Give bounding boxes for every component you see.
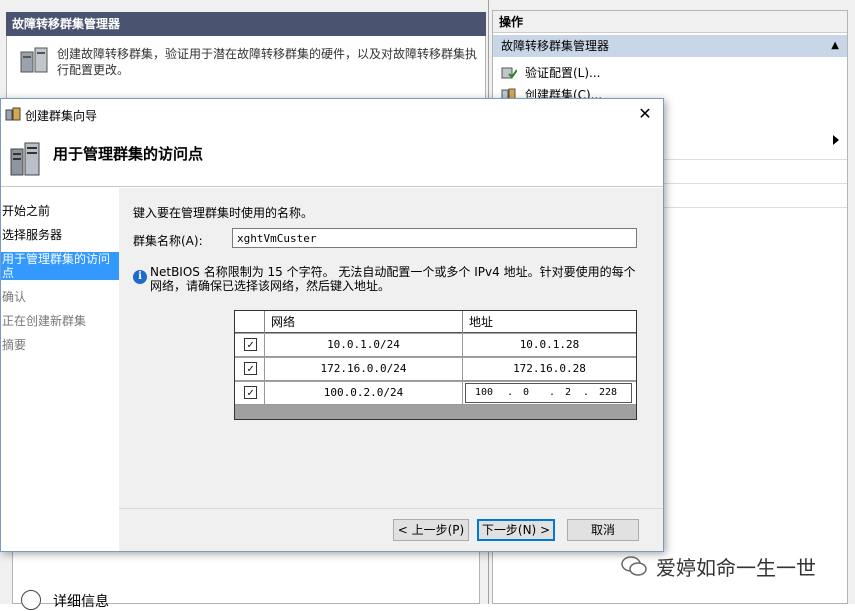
step-creating-cluster: 正在创建新群集 [2, 314, 87, 328]
table-row[interactable]: ✓ 100.0.2.0/24 100 . 0 . 2 . 228 [235, 382, 636, 405]
ip-address-editor[interactable]: 100 . 0 . 2 . 228 [465, 383, 632, 403]
network-cell: 172.16.0.0/24 [265, 358, 463, 380]
ip-octet-3[interactable]: 2 [556, 384, 580, 402]
back-button[interactable]: < 上一步(P) [393, 519, 469, 541]
validate-icon [501, 67, 517, 79]
network-checkbox[interactable]: ✓ [244, 386, 257, 399]
expand-collapse-icon[interactable] [21, 590, 41, 610]
left-panel-description: 创建故障转移群集，验证用于潜在故障转移群集的硬件，以及对故障转移群集执行配置更改… [57, 47, 478, 77]
window-title: 创建群集向导 [25, 109, 98, 123]
ip-dot: . [582, 387, 590, 398]
info-message: NetBIOS 名称限制为 15 个字符。 无法自动配置一个或多个 IPv4 地… [150, 265, 636, 293]
wizard-steps: 开始之前 选择服务器 用于管理群集的访问点 确认 正在创建新群集 摘要 [1, 188, 119, 551]
cancel-button[interactable]: 取消 [567, 519, 639, 541]
cluster-name-input[interactable]: xghtVmCuster [232, 228, 637, 248]
instruction-text: 键入要在管理群集时使用的名称。 [133, 206, 314, 220]
action-label: 验证配置(L)... [525, 66, 601, 80]
network-cell: 10.0.1.0/24 [265, 334, 463, 356]
step-confirm: 确认 [2, 290, 27, 304]
checkbox-cell: ✓ [235, 382, 265, 404]
ip-dot: . [506, 387, 514, 398]
header-checkbox-column [235, 311, 265, 333]
create-cluster-wizard: 创建群集向导 ✕ 用于管理群集的访问点 开始之前 选择服务器 用于管理群集的访问… [0, 98, 664, 552]
network-checkbox[interactable]: ✓ [244, 362, 257, 375]
detail-section: 详细信息 [12, 548, 480, 610]
next-button[interactable]: 下一步(N) > [477, 519, 555, 541]
actions-group-label: 故障转移群集管理器 [501, 39, 610, 53]
divider [663, 159, 847, 160]
cluster-manager-icon [20, 47, 48, 73]
cluster-name-label: 群集名称(A): [133, 234, 203, 248]
wizard-app-icon [5, 107, 21, 121]
detail-label: 详细信息 [53, 594, 109, 610]
collapse-caret-icon[interactable]: ▲ [831, 35, 839, 57]
header-network[interactable]: 网络 [265, 311, 463, 333]
checkbox-cell: ✓ [235, 358, 265, 380]
step-summary: 摘要 [2, 338, 27, 352]
address-cell[interactable]: 10.0.1.28 [463, 334, 636, 356]
table-row[interactable]: ✓ 10.0.1.0/24 10.0.1.28 [235, 334, 636, 357]
button-bar: < 上一步(P) 下一步(N) > 取消 [119, 508, 663, 551]
cluster-server-icon [10, 142, 40, 176]
left-panel-title: 故障转移群集管理器 [6, 12, 486, 36]
ip-dot: . [548, 387, 556, 398]
actions-group-header[interactable]: 故障转移群集管理器 ▲ [493, 35, 847, 57]
wechat-icon [621, 556, 647, 576]
table-row[interactable]: ✓ 172.16.0.0/24 172.16.0.28 [235, 358, 636, 381]
submenu-arrow-icon[interactable] [833, 135, 839, 145]
ip-octet-2[interactable]: 0 [514, 384, 538, 402]
divider [663, 183, 847, 184]
page-title: 用于管理群集的访问点 [53, 145, 204, 163]
step-select-servers[interactable]: 选择服务器 [1, 228, 119, 242]
address-cell[interactable]: 172.16.0.28 [463, 358, 636, 380]
actions-title: 操作 [493, 11, 847, 33]
close-button[interactable]: ✕ [635, 104, 655, 124]
network-checkbox[interactable]: ✓ [244, 338, 257, 351]
divider [663, 207, 847, 208]
header-address[interactable]: 地址 [463, 311, 636, 333]
left-panel-body: 创建故障转移群集，验证用于潜在故障转移群集的硬件，以及对故障转移群集执行配置更改… [6, 36, 486, 102]
grid-header-row: 网络 地址 [235, 311, 636, 333]
watermark-text: 爱婷如命一生一世 [656, 556, 816, 580]
network-grid: 网络 地址 ✓ 10.0.1.0/24 10.0.1.28 ✓ 172.16.0… [234, 310, 637, 420]
address-cell: 100 . 0 . 2 . 228 [463, 382, 636, 404]
ip-octet-1[interactable]: 100 [472, 384, 496, 402]
action-validate-config[interactable]: 验证配置(L)... [501, 63, 601, 83]
checkbox-cell: ✓ [235, 334, 265, 356]
wizard-header: 用于管理群集的访问点 [1, 129, 663, 187]
title-bar[interactable]: 创建群集向导 ✕ [1, 99, 663, 129]
network-cell: 100.0.2.0/24 [265, 382, 463, 404]
step-access-point[interactable]: 用于管理群集的访问点 [1, 252, 119, 280]
step-before-you-begin[interactable]: 开始之前 [1, 204, 119, 218]
info-icon: i [133, 270, 147, 284]
wizard-content: 键入要在管理群集时使用的名称。 群集名称(A): xghtVmCuster i … [119, 188, 663, 551]
ip-octet-4[interactable]: 228 [596, 384, 620, 402]
